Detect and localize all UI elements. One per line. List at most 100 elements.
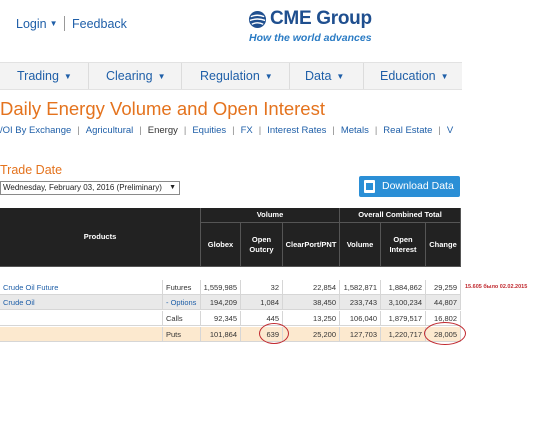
main-nav: Trading ▼ Clearing ▼ Regulation ▼ Data ▼ Edu… [0,62,462,90]
cme-group-logo[interactable]: CME Group How the world advances [248,8,378,48]
nav-label: Data [305,69,332,83]
nav-item-education[interactable]: Education ▼ [380,63,449,89]
subnav-item-agricultural[interactable]: Agricultural [86,125,134,136]
product-name [0,311,163,326]
highlight-circle [424,322,466,345]
feedback-link[interactable]: Feedback [72,17,127,31]
caret-down-icon: ▼ [157,72,166,81]
download-data-button[interactable]: Download Data [359,176,460,197]
subnav-item-fx[interactable]: FX [241,125,253,136]
globex-value: 92,345 [201,311,241,326]
page-title: Daily Energy Volume and Open Interest [0,98,325,119]
options-link[interactable]: - Options [163,295,201,310]
table-row: Crude Oil Future Futures 1,559,985 32 22… [0,280,461,295]
nav-label: Education [380,69,436,83]
nav-label: Trading [17,69,59,83]
nav-divider [88,63,89,89]
dropdown-arrow-icon: ▼ [169,184,176,191]
table-row: Puts 101,864 639 25,200 127,703 1,220,71… [0,327,461,342]
caret-down-icon: ▼ [63,72,72,81]
caret-down-icon: ▼ [440,72,449,81]
handwritten-note: 15.605 было 02.02.2015 [465,284,528,290]
subnav-item-v[interactable]: V [447,125,453,136]
trade-date-label: Trade Date [0,163,63,177]
divider: | [232,125,235,136]
divider: | [374,125,378,136]
globe-logo-icon [248,10,267,29]
nav-label: Clearing [106,69,153,83]
col-header-open-outcry[interactable]: Open Outcry [241,223,283,267]
product-type: Calls [163,311,201,326]
trade-date-select[interactable]: Wednesday, February 03, 2016 (Preliminar… [0,181,180,195]
globex-value: 101,864 [201,327,241,342]
globex-value: 194,209 [201,295,241,310]
product-name [0,327,163,342]
xls-file-icon [364,180,375,193]
divider: | [139,125,142,136]
col-header-change[interactable]: Change [426,223,461,267]
volume-value: 233,743 [340,295,381,310]
open-interest-value: 1,220,717 [381,327,426,342]
nav-divider [363,63,364,89]
highlight-circle [259,323,289,344]
product-type: Futures [163,280,201,295]
clearport-value: 13,250 [283,311,340,326]
divider: | [258,125,262,136]
volume-value: 106,040 [340,311,381,326]
col-header-volume[interactable]: Volume [340,223,381,267]
divider: | [183,125,187,136]
volume-value: 127,703 [340,327,381,342]
clearport-value: 38,450 [283,295,340,310]
product-link[interactable]: Crude Oil [0,295,163,310]
subnav-item-oi-by-exchange[interactable]: /OI By Exchange [0,125,71,136]
logo-tagline: How the world advances [249,32,372,44]
subnav-item-equities[interactable]: Equities [192,125,226,136]
divider: | [332,125,335,136]
nav-divider [289,63,290,89]
nav-item-clearing[interactable]: Clearing ▼ [106,63,165,89]
logo-name: CME Group [270,8,372,29]
globex-value: 1,559,985 [201,280,241,295]
caret-down-icon: ▼ [264,72,273,81]
open-outcry-value: 1,084 [241,295,283,310]
clearport-value: 22,854 [283,280,340,295]
subnav-item-interest-rates[interactable]: Interest Rates [267,125,326,136]
change-value: 44,807 [426,295,461,310]
divider: | [438,125,441,136]
caret-down-icon: ▼ [336,72,345,81]
col-header-clearport[interactable]: ClearPort/PNT [283,223,340,267]
volume-header: Volume [201,208,340,223]
subnav-item-energy[interactable]: Energy [148,125,178,136]
open-interest-value: 3,100,234 [381,295,426,310]
subnav-item-real-estate[interactable]: Real Estate [383,125,432,136]
products-header: Products [0,208,201,267]
change-value: 29,259 [426,280,461,295]
table-row: Crude Oil - Options 194,209 1,084 38,450… [0,295,461,310]
divider: | [77,125,80,136]
login-label[interactable]: Login [16,17,47,31]
col-header-globex[interactable]: Globex [201,223,241,267]
divider [64,16,65,31]
asset-class-subnav: /OI By Exchange | Agricultural | Energy | Equi… [0,125,453,136]
login-menu[interactable]: Login ▼ [16,17,58,31]
open-outcry-value: 32 [241,280,283,295]
subnav-item-metals[interactable]: Metals [341,125,369,136]
volume-value: 1,582,871 [340,280,381,295]
nav-divider [181,63,182,89]
clearport-value: 25,200 [283,327,340,342]
nav-item-trading[interactable]: Trading ▼ [17,63,72,89]
product-link[interactable]: Crude Oil Future [0,280,163,295]
table-row: Calls 92,345 445 13,250 106,040 1,879,51… [0,311,461,326]
col-header-open-interest[interactable]: Open Interest [381,223,426,267]
nav-label: Regulation [200,69,260,83]
open-interest-value: 1,879,517 [381,311,426,326]
top-bar: Login ▼ Feedback CME Group How the world … [0,0,550,62]
product-type: Puts [163,327,201,342]
nav-item-regulation[interactable]: Regulation ▼ [200,63,273,89]
trade-date-value: Wednesday, February 03, 2016 (Preliminar… [3,183,162,192]
overall-total-header: Overall Combined Total [340,208,461,223]
open-interest-value: 1,884,862 [381,280,426,295]
nav-item-data[interactable]: Data ▼ [305,63,344,89]
caret-down-icon: ▼ [49,19,58,28]
download-data-label: Download Data [382,180,454,192]
